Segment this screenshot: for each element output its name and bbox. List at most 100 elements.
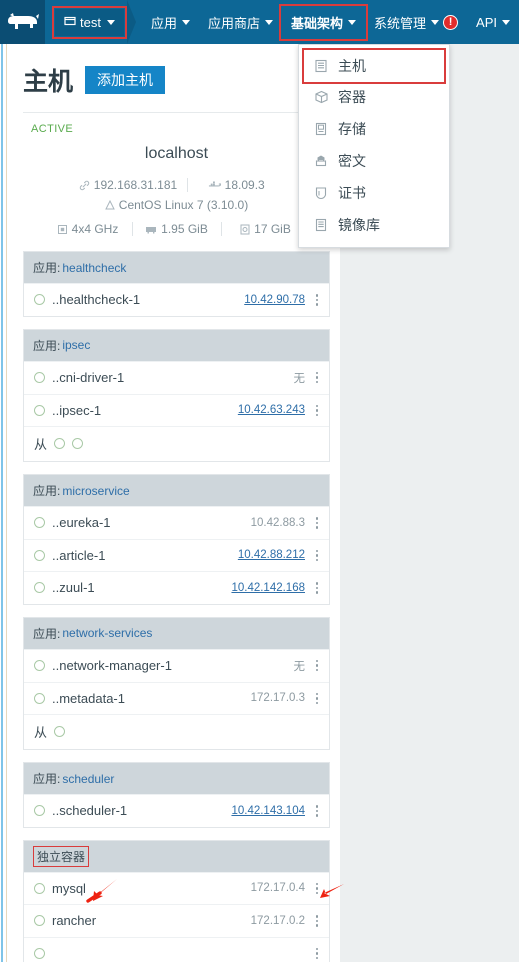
dropdown-item-registry[interactable]: 镜像库 (299, 209, 449, 241)
service-group-name[interactable]: 独立容器 (33, 845, 90, 867)
service-row[interactable]: ..cni-driver-1 无 (24, 360, 329, 394)
service-status-dot[interactable] (34, 517, 45, 529)
dropdown-item-hosts[interactable]: 主机 (302, 48, 446, 84)
service-status-dot[interactable] (34, 294, 45, 306)
service-group-name[interactable]: ipsec (62, 338, 90, 352)
cow-logo-icon (7, 13, 39, 29)
dropdown-item-certificates[interactable]: 证书 (299, 177, 449, 209)
docker-icon (208, 180, 221, 190)
service-group-prefix: 应用: (33, 626, 61, 641)
service-actions-menu-icon[interactable] (311, 658, 323, 674)
service-group-prefix: 应用: (33, 338, 61, 353)
service-group-header: 应用: healthcheck (24, 252, 329, 283)
service-ip: 10.42.88.3 (250, 516, 305, 529)
service-ip: 172.17.0.4 (250, 882, 305, 895)
nav-item-apps[interactable]: 应用 (142, 7, 199, 38)
service-row[interactable] (24, 936, 329, 962)
service-row[interactable]: ..article-1 10.42.88.212 (24, 538, 329, 572)
dropdown-item-containers[interactable]: 容器 (299, 81, 449, 113)
host-disk-value: 17 GiB (254, 222, 291, 236)
service-status-dot[interactable] (34, 549, 45, 561)
service-ip: 无 (293, 372, 306, 385)
sidekick-status-dot[interactable] (54, 726, 66, 737)
nav-item-catalog-label: 应用商店 (207, 15, 260, 31)
service-row[interactable]: mysql 172.17.0.4 (24, 871, 329, 905)
environment-separator (126, 0, 136, 44)
service-name[interactable]: ..article-1 (52, 548, 238, 563)
service-status-dot[interactable] (34, 692, 45, 704)
page-title: 主机 (23, 68, 74, 96)
service-group-header: 应用: microservice (24, 475, 329, 506)
environment-label: test (80, 14, 101, 30)
service-actions-menu-icon[interactable] (311, 292, 323, 308)
environment-selector[interactable]: test (52, 5, 127, 39)
service-row[interactable]: ..healthcheck-1 10.42.90.78 (24, 283, 329, 316)
service-ip[interactable]: 10.42.143.104 (231, 805, 305, 817)
sidekick-status-dot[interactable] (54, 438, 66, 449)
service-status-dot[interactable] (34, 372, 45, 383)
service-status-dot[interactable] (34, 882, 45, 894)
service-actions-menu-icon[interactable] (311, 580, 323, 596)
service-ip[interactable]: 10.42.90.78 (244, 294, 305, 306)
service-actions-menu-icon[interactable] (311, 913, 323, 929)
service-name[interactable]: ..network-manager-1 (52, 658, 294, 673)
service-name[interactable]: ..scheduler-1 (52, 803, 231, 818)
service-status-dot[interactable] (34, 660, 45, 671)
nav-item-infrastructure[interactable]: 基础架构 (278, 3, 369, 41)
service-group-name[interactable]: microservice (62, 484, 129, 498)
nav-item-admin[interactable]: 系统管理 ! (365, 7, 467, 38)
service-row[interactable]: rancher 172.17.0.2 (24, 904, 329, 937)
dropdown-item-secrets[interactable]: 密文 (299, 145, 449, 177)
service-row[interactable]: ..scheduler-1 10.42.143.104 (24, 794, 329, 827)
secret-icon (313, 153, 329, 169)
service-name[interactable]: ..zuul-1 (52, 580, 231, 595)
nav-item-api[interactable]: API (467, 9, 519, 36)
service-group: 应用: scheduler ..scheduler-1 10.42.143.104 (23, 762, 330, 828)
service-actions-menu-icon[interactable] (311, 370, 323, 386)
service-name[interactable]: ..metadata-1 (52, 691, 251, 706)
service-row[interactable]: ..ipsec-1 10.42.63.243 (24, 393, 329, 427)
host-memory: 1.95 GiB (133, 222, 221, 236)
service-actions-menu-icon[interactable] (311, 515, 323, 531)
service-name[interactable]: ..ipsec-1 (52, 403, 238, 418)
service-actions-menu-icon[interactable] (311, 881, 323, 897)
service-name[interactable]: ..eureka-1 (52, 515, 251, 530)
service-group-name[interactable]: scheduler (62, 772, 114, 786)
service-actions-menu-icon[interactable] (311, 403, 323, 419)
service-ip[interactable]: 10.42.88.212 (238, 549, 305, 561)
service-ip: 无 (293, 660, 306, 673)
service-status-dot[interactable] (34, 805, 45, 817)
service-status-dot[interactable] (34, 947, 45, 959)
service-status-dot[interactable] (34, 582, 45, 594)
service-row[interactable]: ..metadata-1 172.17.0.3 (24, 681, 329, 715)
service-group: 应用: ipsec ..cni-driver-1 无 ..ipsec-1 10.42.63… (23, 328, 330, 462)
admin-warning-badge: ! (443, 14, 459, 30)
dropdown-item-registry-label: 镜像库 (338, 217, 380, 233)
sidekick-status-dot[interactable] (72, 438, 84, 449)
service-row[interactable]: ..eureka-1 10.42.88.3 (24, 506, 329, 539)
service-status-dot[interactable] (34, 404, 45, 416)
service-row[interactable]: ..zuul-1 10.42.142.168 (24, 571, 329, 604)
service-name[interactable]: mysql (52, 881, 251, 896)
service-ip[interactable]: 10.42.63.243 (238, 404, 305, 416)
service-actions-menu-icon[interactable] (311, 946, 323, 962)
service-ip[interactable]: 10.42.142.168 (231, 582, 305, 594)
dropdown-item-storage[interactable]: 存储 (299, 113, 449, 145)
service-name[interactable]: ..healthcheck-1 (52, 292, 244, 307)
service-actions-menu-icon[interactable] (311, 548, 323, 564)
service-row[interactable]: ..network-manager-1 无 (24, 648, 329, 682)
service-name[interactable]: rancher (52, 913, 251, 928)
service-group-name[interactable]: healthcheck (62, 261, 126, 275)
nav-item-catalog[interactable]: 应用商店 (199, 7, 282, 38)
rancher-logo[interactable] (0, 0, 45, 44)
service-group-name[interactable]: network-services (62, 626, 152, 640)
service-name[interactable]: ..cni-driver-1 (52, 370, 294, 385)
add-host-button[interactable]: 添加主机 (85, 66, 166, 94)
main-content: 主机 添加主机 ACTIVE localhost 192.168.31.181 (9, 44, 340, 962)
service-group: 应用: microservice ..eureka-1 10.42.88.3 ..art… (23, 474, 330, 605)
sidekick-label: 从 (34, 437, 48, 452)
service-actions-menu-icon[interactable] (311, 691, 323, 707)
service-status-dot[interactable] (34, 915, 45, 927)
host-docker: 18.09.3 (188, 178, 284, 192)
service-actions-menu-icon[interactable] (311, 803, 323, 819)
